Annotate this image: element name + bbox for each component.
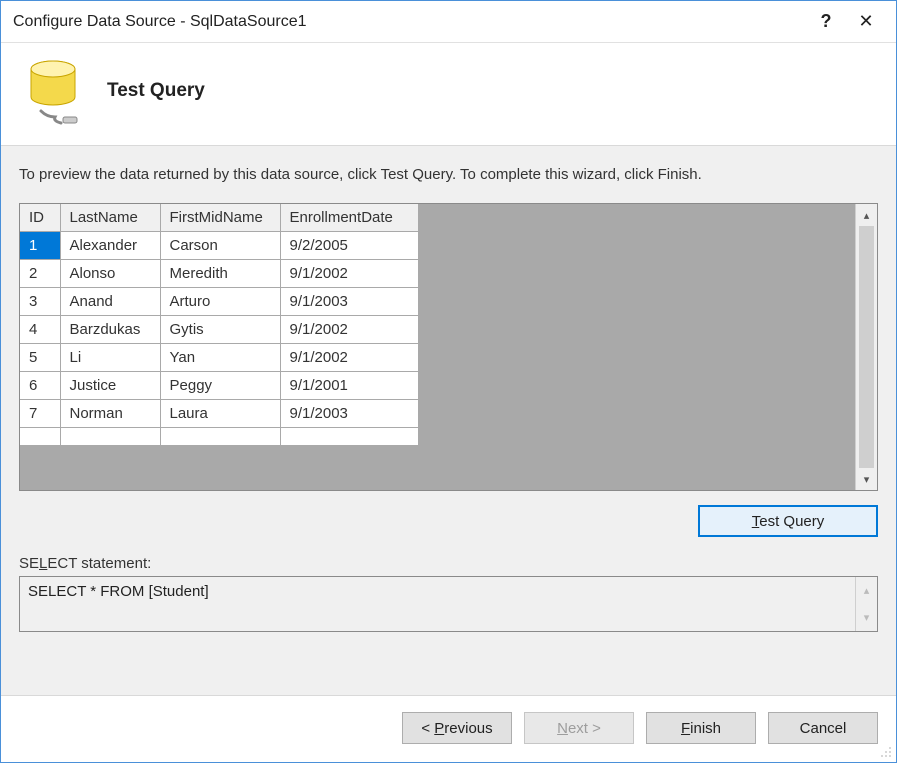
test-query-button[interactable]: Test Query — [698, 505, 878, 537]
vertical-scrollbar[interactable]: ▴ ▾ — [855, 204, 877, 490]
close-icon[interactable]: ✕ — [846, 11, 886, 32]
table-cell[interactable]: Meredith — [160, 260, 280, 288]
column-header[interactable]: LastName — [60, 204, 160, 232]
table-cell[interactable]: Alexander — [60, 232, 160, 260]
dialog-window: Configure Data Source - SqlDataSource1 ?… — [0, 0, 897, 763]
table-cell[interactable]: Alonso — [60, 260, 160, 288]
table-cell[interactable]: 9/2/2005 — [280, 232, 418, 260]
results-grid-viewport[interactable]: IDLastNameFirstMidNameEnrollmentDate1Ale… — [20, 204, 855, 490]
table-cell[interactable]: Yan — [160, 344, 280, 372]
table-cell[interactable]: Li — [60, 344, 160, 372]
page-title: Test Query — [107, 80, 205, 102]
table-cell[interactable]: 9/1/2002 — [280, 344, 418, 372]
table-row[interactable]: 7NormanLaura9/1/2003 — [20, 400, 418, 428]
results-grid[interactable]: IDLastNameFirstMidNameEnrollmentDate1Ale… — [19, 203, 878, 491]
column-header-row[interactable]: IDLastNameFirstMidNameEnrollmentDate — [20, 204, 418, 232]
scroll-up-icon[interactable]: ▴ — [856, 577, 877, 604]
table-cell — [280, 428, 418, 446]
table-cell[interactable]: 1 — [20, 232, 60, 260]
table-cell — [20, 428, 60, 446]
cancel-button[interactable]: Cancel — [768, 712, 878, 744]
table-cell[interactable]: Norman — [60, 400, 160, 428]
finish-button[interactable]: Finish — [646, 712, 756, 744]
table-row[interactable]: 5LiYan9/1/2002 — [20, 344, 418, 372]
table-cell[interactable]: Justice — [60, 372, 160, 400]
table-cell[interactable]: Laura — [160, 400, 280, 428]
table-cell[interactable]: Anand — [60, 288, 160, 316]
select-statement-box[interactable]: SELECT * FROM [Student] ▴ ▾ — [19, 576, 878, 632]
table-cell[interactable]: 6 — [20, 372, 60, 400]
table-cell[interactable]: 2 — [20, 260, 60, 288]
test-query-row: Test Query — [19, 505, 878, 537]
table-cell[interactable]: Arturo — [160, 288, 280, 316]
table-row[interactable]: 6JusticePeggy9/1/2001 — [20, 372, 418, 400]
table-cell[interactable]: Peggy — [160, 372, 280, 400]
previous-button[interactable]: < Previous — [402, 712, 512, 744]
resize-grip-icon[interactable] — [878, 744, 892, 758]
scroll-down-icon[interactable]: ▾ — [856, 604, 877, 631]
table-cell[interactable]: 4 — [20, 316, 60, 344]
table-row[interactable]: 2AlonsoMeredith9/1/2002 — [20, 260, 418, 288]
column-header[interactable]: FirstMidName — [160, 204, 280, 232]
column-header[interactable]: EnrollmentDate — [280, 204, 418, 232]
table-cell — [160, 428, 280, 446]
help-icon[interactable]: ? — [806, 11, 846, 32]
scroll-down-icon[interactable]: ▾ — [856, 468, 877, 490]
footer-button-row: < Previous Next > Finish Cancel — [1, 696, 896, 762]
scroll-thumb[interactable] — [859, 226, 874, 468]
table-cell[interactable]: 9/1/2003 — [280, 400, 418, 428]
column-header[interactable]: ID — [20, 204, 60, 232]
titlebar: Configure Data Source - SqlDataSource1 ?… — [1, 1, 896, 43]
table-row[interactable] — [20, 428, 418, 446]
table-cell — [60, 428, 160, 446]
main-pane: To preview the data returned by this dat… — [1, 145, 896, 696]
header: Test Query — [1, 43, 896, 145]
table-cell[interactable]: Carson — [160, 232, 280, 260]
table-cell[interactable]: 9/1/2002 — [280, 260, 418, 288]
table-row[interactable]: 3AnandArturo9/1/2003 — [20, 288, 418, 316]
table-row[interactable]: 1AlexanderCarson9/2/2005 — [20, 232, 418, 260]
table-cell[interactable]: 7 — [20, 400, 60, 428]
database-icon — [19, 55, 91, 127]
table-cell[interactable]: Barzdukas — [60, 316, 160, 344]
instruction-text: To preview the data returned by this dat… — [19, 166, 878, 183]
table-cell[interactable]: 9/1/2001 — [280, 372, 418, 400]
select-statement-scrollbar[interactable]: ▴ ▾ — [855, 577, 877, 631]
window-title: Configure Data Source - SqlDataSource1 — [13, 13, 806, 31]
scroll-up-icon[interactable]: ▴ — [856, 204, 877, 226]
select-statement-label: SELECT statement: — [19, 555, 878, 572]
results-table[interactable]: IDLastNameFirstMidNameEnrollmentDate1Ale… — [20, 204, 419, 446]
table-row[interactable]: 4BarzdukasGytis9/1/2002 — [20, 316, 418, 344]
table-cell[interactable]: 9/1/2003 — [280, 288, 418, 316]
table-cell[interactable]: 5 — [20, 344, 60, 372]
table-cell[interactable]: Gytis — [160, 316, 280, 344]
table-cell[interactable]: 3 — [20, 288, 60, 316]
next-button: Next > — [524, 712, 634, 744]
table-cell[interactable]: 9/1/2002 — [280, 316, 418, 344]
select-statement-text[interactable]: SELECT * FROM [Student] — [20, 577, 855, 631]
